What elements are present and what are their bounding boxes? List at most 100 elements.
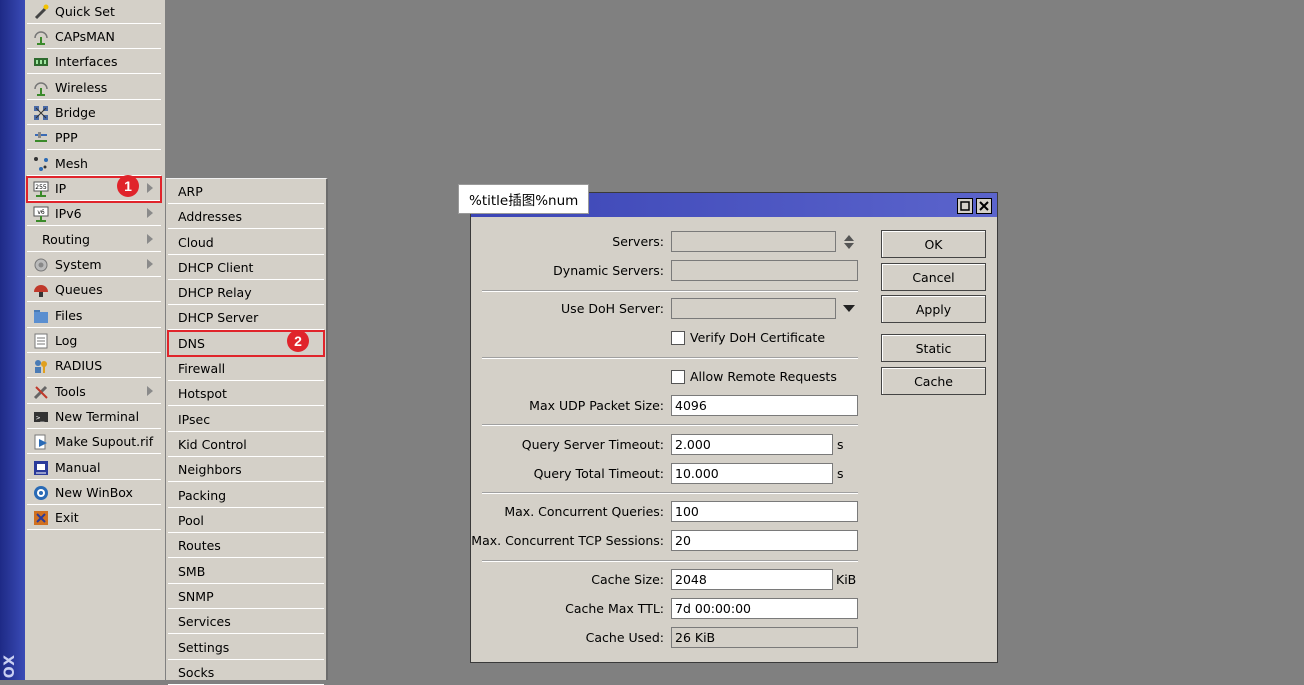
max-udp-field[interactable]: 4096 <box>671 395 858 416</box>
query-total-timeout-field[interactable]: 10.000 <box>671 463 833 484</box>
submenu-item-arp[interactable]: ARP <box>168 180 324 204</box>
queues-icon <box>32 282 49 298</box>
max-concurrent-queries-field[interactable]: 100 <box>671 501 858 522</box>
menu-item-tools[interactable]: Tools <box>27 380 161 404</box>
allow-remote-checkbox[interactable] <box>671 370 685 384</box>
submenu-arrow-icon <box>147 234 153 244</box>
menu-item-ip[interactable]: 255 IP <box>27 177 161 201</box>
menu-item-bridge[interactable]: Bridge <box>27 101 161 125</box>
cancel-button[interactable]: Cancel <box>881 263 986 291</box>
ipv6-icon: v6 <box>32 206 49 222</box>
separator <box>482 424 858 426</box>
submenu-item-pool[interactable]: Pool <box>168 509 324 533</box>
apply-button[interactable]: Apply <box>881 295 986 323</box>
menu-item-make-supout[interactable]: Make Supout.rif <box>27 430 161 454</box>
maximize-button[interactable] <box>957 198 973 214</box>
submenu-item-routes[interactable]: Routes <box>168 534 324 558</box>
menu-item-label: Files <box>55 308 83 323</box>
svg-text:255: 255 <box>35 184 47 191</box>
submenu-item-dhcp-server[interactable]: DHCP Server <box>168 306 324 330</box>
static-button[interactable]: Static <box>881 334 986 362</box>
submenu-arrow-icon <box>147 386 153 396</box>
separator <box>482 560 858 562</box>
menu-item-routing[interactable]: Routing <box>27 228 161 252</box>
dropdown-arrow-icon[interactable] <box>843 305 855 313</box>
menu-item-label: Quick Set <box>55 4 115 19</box>
cache-size-unit: KiB <box>836 572 857 587</box>
supout-icon <box>32 434 49 450</box>
max-concurrent-tcp-field[interactable]: 20 <box>671 530 858 551</box>
brand-text: OX <box>2 653 18 678</box>
max-concurrent-queries-label: Max. Concurrent Queries: <box>504 504 664 519</box>
cache-size-field[interactable]: 2048 <box>671 569 833 590</box>
query-server-timeout-field[interactable]: 2.000 <box>671 434 833 455</box>
ip-submenu: ARP Addresses Cloud DHCP Client DHCP Rel… <box>166 178 328 685</box>
menu-item-label: Tools <box>55 384 86 399</box>
submenu-item-neighbors[interactable]: Neighbors <box>168 458 324 482</box>
submenu-item-snmp[interactable]: SNMP <box>168 585 324 609</box>
menu-item-label: Mesh <box>55 156 88 171</box>
submenu-item-ipsec[interactable]: IPsec <box>168 408 324 432</box>
submenu-arrow-icon <box>147 259 153 269</box>
cache-max-ttl-field[interactable]: 7d 00:00:00 <box>671 598 858 619</box>
cache-button[interactable]: Cache <box>881 367 986 395</box>
menu-item-label: RADIUS <box>55 358 103 373</box>
system-icon <box>32 257 49 273</box>
menu-item-wireless[interactable]: Wireless <box>27 76 161 100</box>
ppp-icon <box>32 130 49 146</box>
submenu-item-settings[interactable]: Settings <box>168 636 324 660</box>
menu-item-interfaces[interactable]: Interfaces <box>27 50 161 74</box>
use-doh-server-field[interactable] <box>671 298 836 319</box>
dynamic-servers-label: Dynamic Servers: <box>553 263 664 278</box>
menu-item-new-winbox[interactable]: New WinBox <box>27 481 161 505</box>
step-1-badge: 1 <box>117 175 139 197</box>
menu-item-files[interactable]: Files <box>27 304 161 328</box>
servers-field[interactable] <box>671 231 836 252</box>
winbox-icon <box>32 485 49 501</box>
antenna-icon <box>32 29 49 45</box>
ok-button[interactable]: OK <box>881 230 986 258</box>
tools-icon <box>32 384 49 400</box>
menu-item-queues[interactable]: Queues <box>27 278 161 302</box>
close-button[interactable] <box>976 198 992 214</box>
menu-item-mesh[interactable]: Mesh <box>27 152 161 176</box>
menu-item-quick-set[interactable]: Quick Set <box>27 0 161 24</box>
submenu-item-dhcp-relay[interactable]: DHCP Relay <box>168 281 324 305</box>
submenu-item-firewall[interactable]: Firewall <box>168 357 324 381</box>
menu-item-label: Manual <box>55 460 101 475</box>
menu-item-manual[interactable]: Manual <box>27 456 161 480</box>
menu-item-log[interactable]: Log <box>27 329 161 353</box>
step-2-badge: 2 <box>287 330 309 352</box>
submenu-item-dhcp-client[interactable]: DHCP Client <box>168 256 324 280</box>
menu-item-new-terminal[interactable]: >_ New Terminal <box>27 405 161 429</box>
menu-item-label: System <box>55 257 102 272</box>
submenu-item-addresses[interactable]: Addresses <box>168 205 324 229</box>
brand-strip: OX <box>0 0 25 680</box>
menu-item-capsman[interactable]: CAPsMAN <box>27 25 161 49</box>
menu-item-system[interactable]: System <box>27 253 161 277</box>
bridge-icon <box>32 105 49 121</box>
submenu-item-packing[interactable]: Packing <box>168 484 324 508</box>
menu-item-ipv6[interactable]: v6 IPv6 <box>27 202 161 226</box>
menu-item-label: Exit <box>55 510 79 525</box>
submenu-item-cloud[interactable]: Cloud <box>168 231 324 255</box>
menu-item-label: Routing <box>42 232 90 247</box>
menu-item-ppp[interactable]: PPP <box>27 126 161 150</box>
submenu-item-socks[interactable]: Socks <box>168 661 324 685</box>
radius-icon <box>32 358 49 374</box>
menu-item-label: New Terminal <box>55 409 140 424</box>
submenu-item-smb[interactable]: SMB <box>168 560 324 584</box>
menu-item-exit[interactable]: Exit <box>27 506 161 530</box>
up-down-icon[interactable] <box>843 234 855 250</box>
submenu-item-hotspot[interactable]: Hotspot <box>168 382 324 406</box>
submenu-arrow-icon <box>147 183 153 193</box>
menu-item-label: IPv6 <box>55 206 82 221</box>
submenu-item-kid-control[interactable]: Kid Control <box>168 433 324 457</box>
menu-item-radius[interactable]: RADIUS <box>27 354 161 378</box>
verify-doh-checkbox[interactable] <box>671 331 685 345</box>
submenu-item-services[interactable]: Services <box>168 610 324 634</box>
menu-item-label: New WinBox <box>55 485 133 500</box>
close-icon <box>979 201 989 211</box>
query-server-timeout-label: Query Server Timeout: <box>521 437 664 452</box>
wand-icon <box>32 4 49 20</box>
